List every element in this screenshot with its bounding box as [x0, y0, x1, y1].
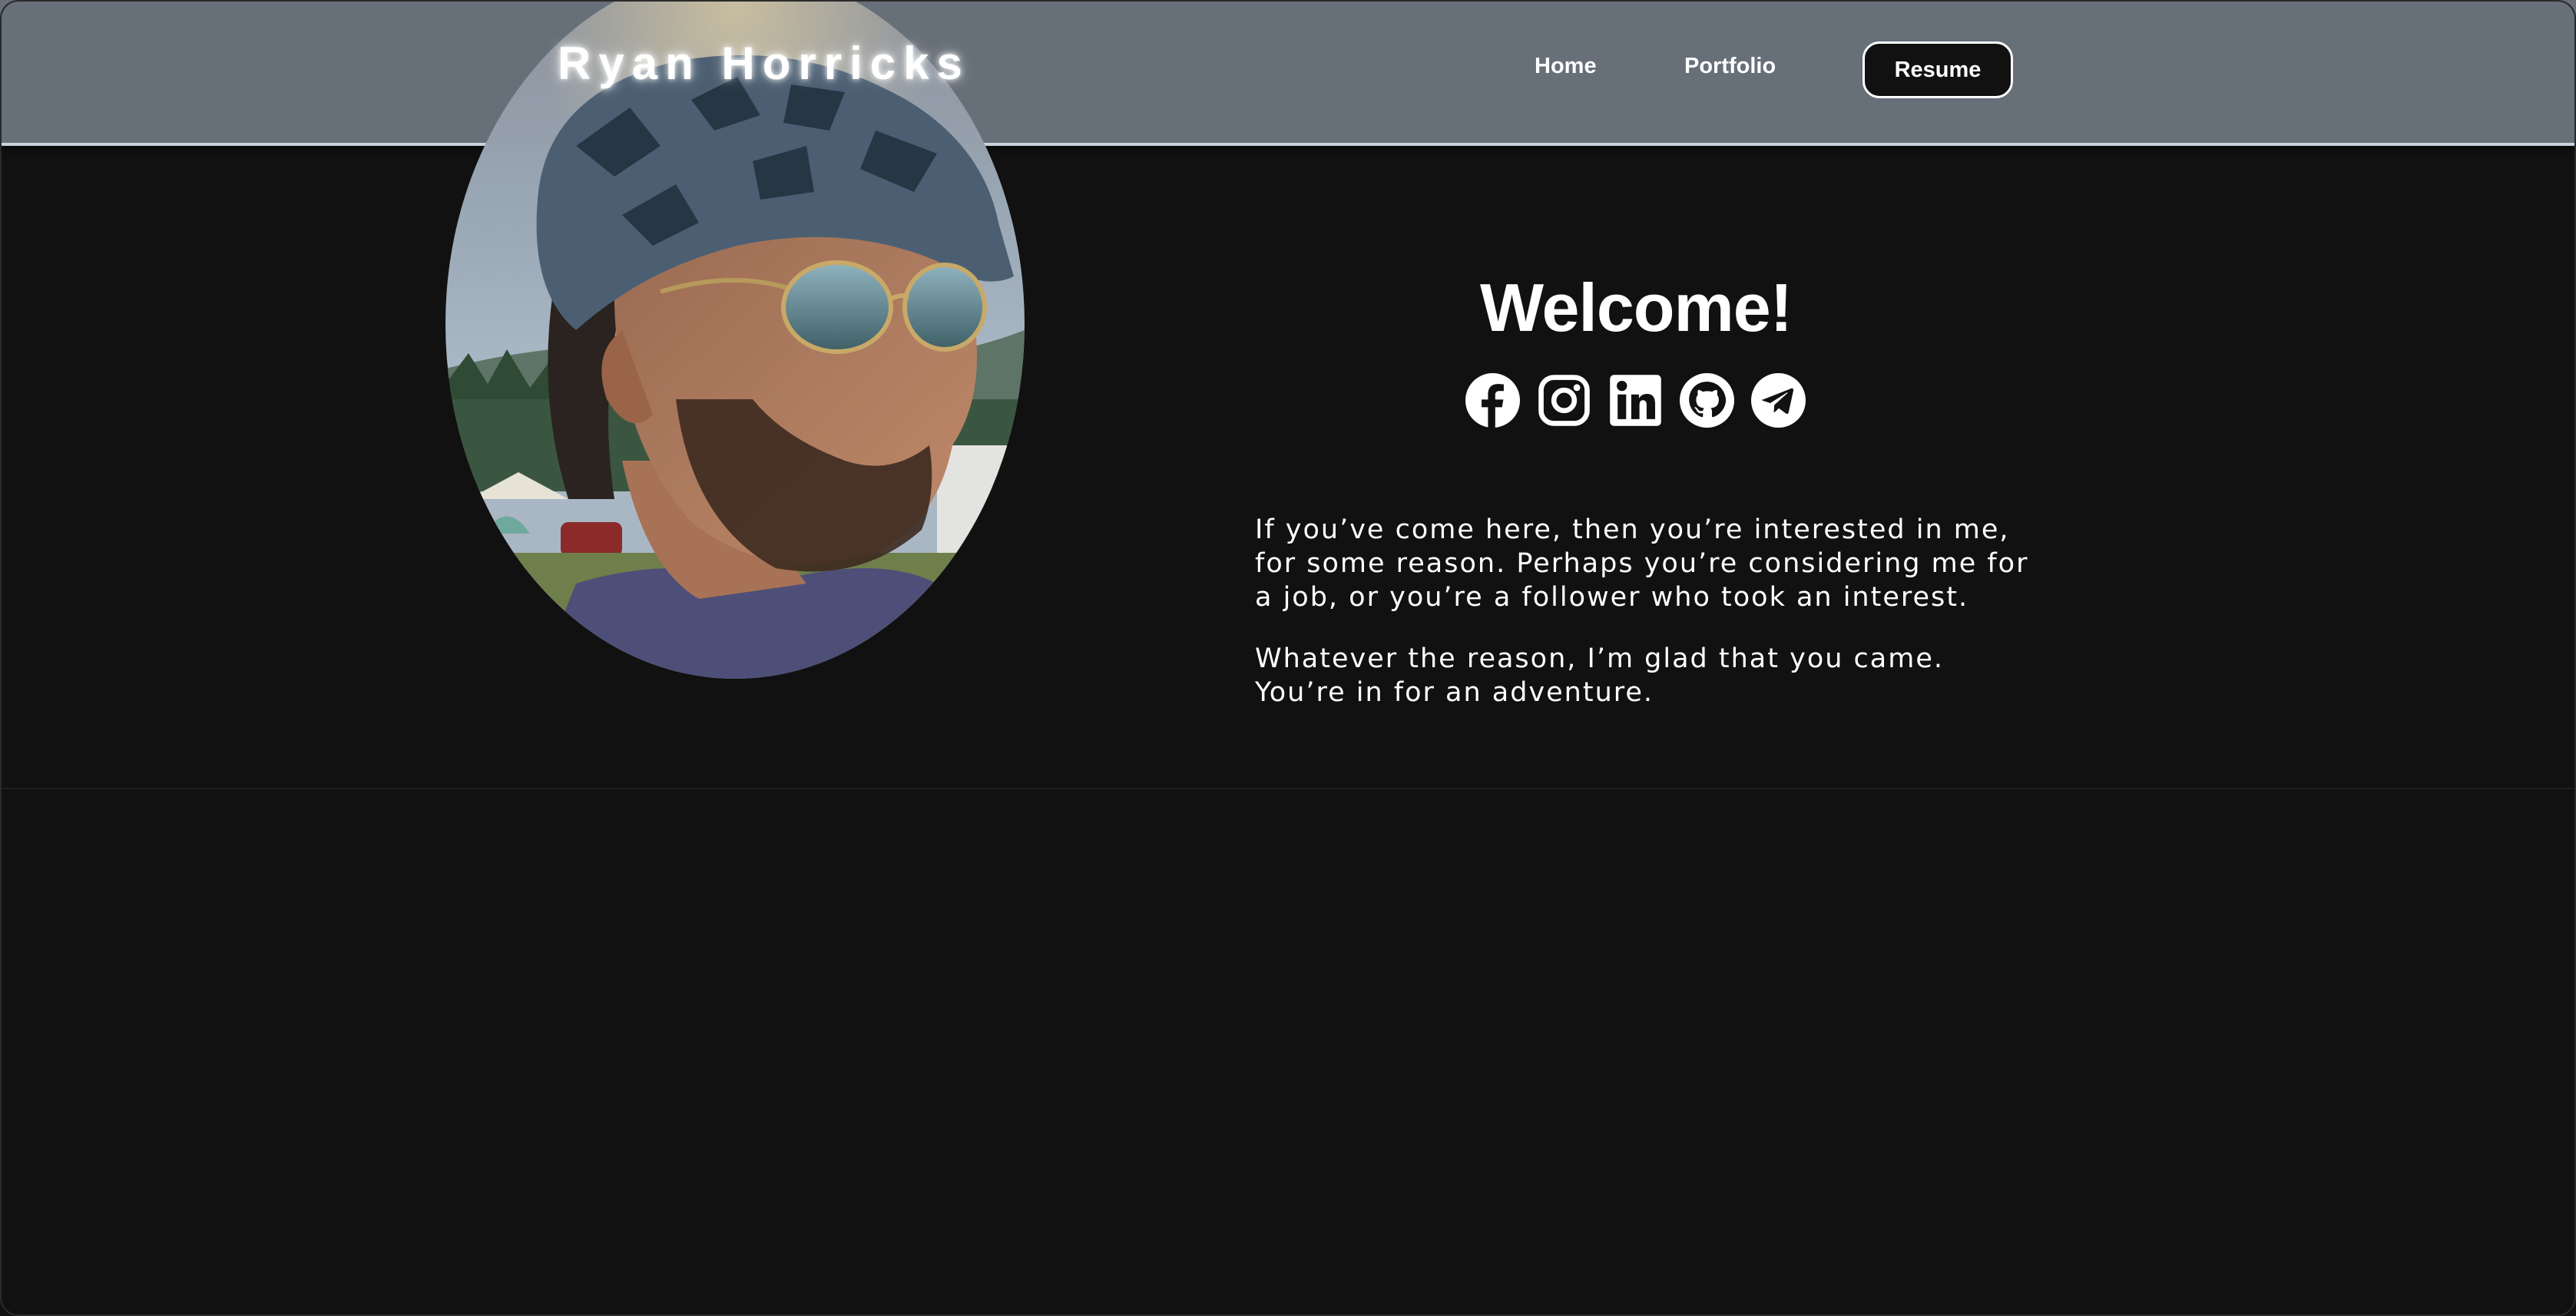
social-links	[1465, 373, 1806, 428]
welcome-heading: Welcome!	[1479, 269, 1793, 346]
intro-paragraph-1: If you’ve come here, then you’re interes…	[1255, 514, 2029, 613]
site-header	[0, 0, 2576, 146]
site-title[interactable]: Ryan Horricks	[558, 37, 962, 90]
nav-portfolio-link[interactable]: Portfolio	[1684, 54, 1776, 79]
nav-home-link[interactable]: Home	[1535, 54, 1597, 79]
intro-text: If you’ve come here, then you’re interes…	[1255, 513, 2038, 737]
facebook-icon[interactable]	[1465, 373, 1520, 428]
profile-portrait	[445, 0, 1025, 679]
portrait-image	[445, 0, 1025, 679]
linkedin-icon[interactable]	[1608, 373, 1663, 428]
page: Ryan Horricks Home Portfolio Resume Welc…	[0, 0, 2576, 1316]
resume-button[interactable]: Resume	[1862, 41, 2013, 98]
github-icon[interactable]	[1680, 373, 1734, 428]
section-divider	[0, 788, 2576, 789]
instagram-icon[interactable]	[1537, 373, 1591, 428]
intro-paragraph-2: Whatever the reason, I’m glad that you c…	[1255, 643, 1944, 708]
telegram-icon[interactable]	[1751, 373, 1806, 428]
